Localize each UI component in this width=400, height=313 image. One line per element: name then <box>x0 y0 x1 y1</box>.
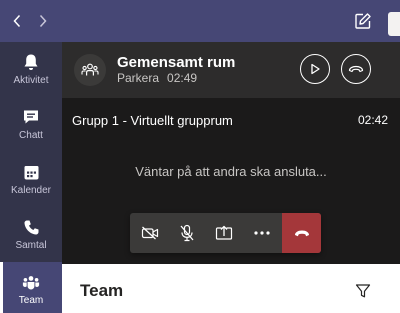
mic-toggle-button[interactable] <box>169 213 205 253</box>
resume-button[interactable] <box>300 54 330 84</box>
phone-icon <box>22 218 40 236</box>
breakout-room-stage: Grupp 1 - Virtuellt grupprum 02:42 Vänta… <box>62 98 400 264</box>
leave-parked-call-button[interactable] <box>341 54 371 84</box>
waiting-message: Väntar på att andra ska ansluta... <box>135 164 327 179</box>
filter-icon <box>355 284 371 298</box>
app-rail: Aktivitet Chatt Kalender Samtal Team <box>0 42 62 313</box>
meeting-timer: 02:49 <box>167 71 198 85</box>
more-actions-button[interactable] <box>244 213 280 253</box>
hangup-icon <box>294 230 309 236</box>
team-panel: Team <box>62 264 400 313</box>
compose-icon <box>355 13 371 29</box>
play-icon <box>311 63 320 75</box>
rail-item-label: Aktivitet <box>13 75 49 86</box>
back-button[interactable] <box>7 11 27 31</box>
rail-item-label: Team <box>18 295 44 306</box>
rail-item-label: Chatt <box>19 130 43 141</box>
rail-item-label: Kalender <box>10 185 52 196</box>
bell-icon <box>22 53 40 71</box>
breakout-room-title: Grupp 1 - Virtuellt grupprum <box>72 113 233 128</box>
call-controls-bar <box>130 213 321 253</box>
rail-item-label: Samtal <box>15 240 47 251</box>
chevron-right-icon <box>39 14 47 28</box>
rail-item-calendar[interactable]: Kalender <box>0 152 62 207</box>
rail-item-activity[interactable]: Aktivitet <box>0 42 62 97</box>
meeting-avatar <box>74 54 106 86</box>
title-bar <box>0 0 400 42</box>
filter-button[interactable] <box>354 282 372 300</box>
camera-toggle-button[interactable] <box>132 213 168 253</box>
group-icon <box>81 63 99 76</box>
search-box-edge[interactable] <box>388 12 400 36</box>
share-screen-button[interactable] <box>206 213 242 253</box>
rail-item-chat[interactable]: Chatt <box>0 97 62 152</box>
chevron-left-icon <box>13 14 21 28</box>
chat-icon <box>22 108 40 126</box>
teams-icon <box>22 273 40 291</box>
breakout-room-timer: 02:42 <box>357 113 388 127</box>
mic-off-icon <box>180 224 194 242</box>
forward-button[interactable] <box>33 11 53 31</box>
meeting-title: Gemensamt rum <box>117 54 236 71</box>
meeting-status: Parkera <box>117 71 160 85</box>
share-screen-icon <box>215 225 233 240</box>
compose-button[interactable] <box>352 10 374 32</box>
call-header: Gemensamt rum Parkera 02:49 <box>62 42 400 98</box>
rail-item-teams[interactable]: Team <box>0 262 62 313</box>
more-icon <box>254 231 270 235</box>
meeting-status-line: Parkera 02:49 <box>117 71 197 85</box>
hang-up-button[interactable] <box>282 213 321 253</box>
camera-off-icon <box>141 226 159 240</box>
calendar-icon <box>22 163 40 181</box>
team-heading: Team <box>80 281 124 300</box>
rail-item-calls[interactable]: Samtal <box>0 207 62 262</box>
hangup-icon <box>348 65 364 73</box>
